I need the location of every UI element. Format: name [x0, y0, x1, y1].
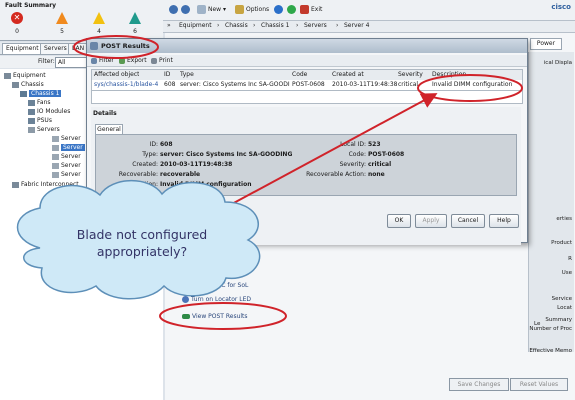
- annotation-overlay: [16, 35, 523, 330]
- view-post-results-highlight: [159, 302, 287, 330]
- app-window: Fault Summary ✕ 0 5 4 6 Equipment Server…: [0, 0, 575, 400]
- callout-line-2: appropriately?: [96, 244, 188, 259]
- post-results-title-highlight: [73, 35, 159, 59]
- description-highlight: [417, 74, 523, 102]
- callout-text: Blade not configured appropriately?: [0, 226, 284, 260]
- callout-line-1: Blade not configured: [76, 227, 208, 242]
